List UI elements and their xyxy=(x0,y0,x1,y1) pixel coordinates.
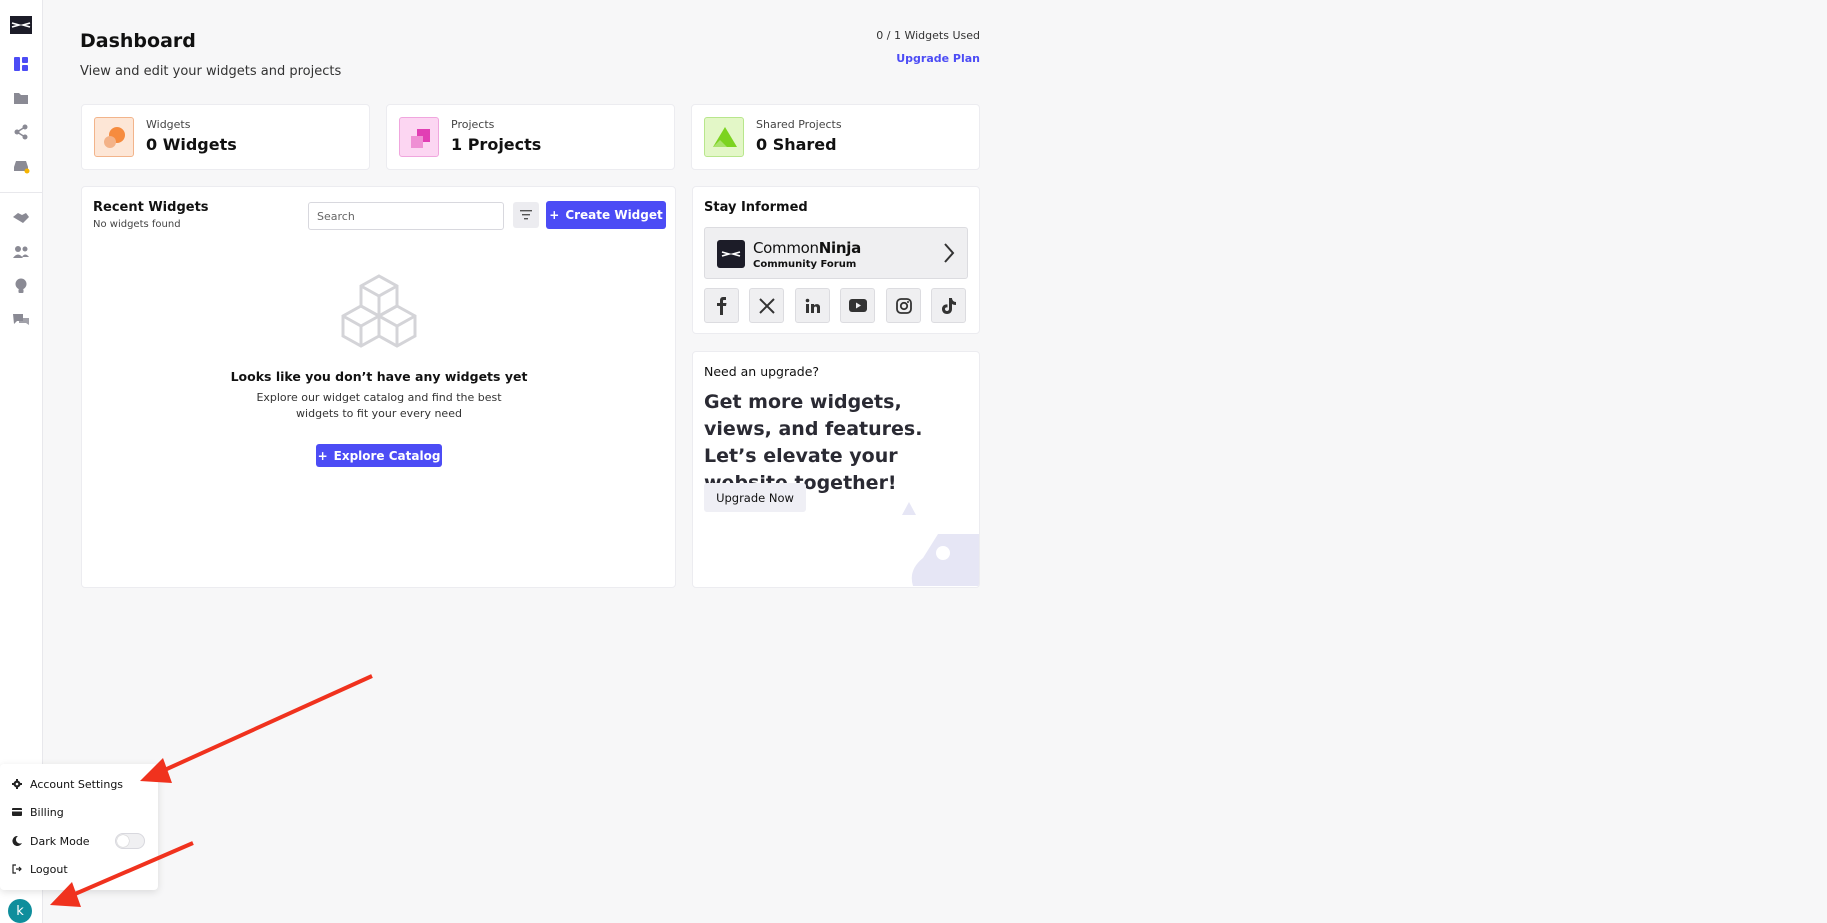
page-title: Dashboard xyxy=(80,30,196,52)
projects-icon xyxy=(399,117,439,157)
logout-label: Logout xyxy=(30,862,68,876)
stat-card-widgets[interactable]: Widgets 0 Widgets xyxy=(81,104,370,170)
decorative-shapes xyxy=(893,500,979,586)
dark-mode-label: Dark Mode xyxy=(30,834,90,848)
forum-brand: CommonNinja xyxy=(753,239,861,257)
credit-card-icon xyxy=(12,808,22,816)
upgrade-headline: Get more widgets, views, and features. L… xyxy=(704,391,923,494)
stay-informed-panel: Stay Informed CommonNinja Community Foru… xyxy=(692,186,980,334)
chevron-right-icon xyxy=(942,242,956,268)
dark-mode-item: Dark Mode xyxy=(12,831,90,851)
dark-mode-toggle[interactable] xyxy=(115,833,145,849)
upgrade-plan-link[interactable]: Upgrade Plan xyxy=(830,52,980,65)
dashboard-icon[interactable] xyxy=(11,54,31,74)
create-widget-button[interactable]: + Create Widget xyxy=(546,201,666,229)
stat-label: Projects xyxy=(451,118,495,131)
tiktok-icon[interactable] xyxy=(931,288,966,323)
community-forum-card[interactable]: CommonNinja Community Forum xyxy=(704,227,968,279)
plus-icon: + xyxy=(549,208,560,222)
logout-icon xyxy=(12,864,22,874)
search-input[interactable] xyxy=(308,202,504,230)
account-menu: Account Settings Billing Dark Mode Logou… xyxy=(0,764,158,890)
sidebar-divider xyxy=(0,192,43,193)
logout-item[interactable]: Logout xyxy=(12,859,68,879)
billing-item[interactable]: Billing xyxy=(12,802,64,822)
facebook-icon[interactable] xyxy=(704,288,739,323)
toggle-knob xyxy=(117,835,129,847)
lightbulb-icon[interactable] xyxy=(11,276,31,296)
empty-state-text: Explore our widget catalog and find the … xyxy=(256,391,502,420)
stat-value: 1 Projects xyxy=(451,135,542,154)
x-icon[interactable] xyxy=(749,288,784,323)
arrow-line xyxy=(157,674,373,775)
stat-card-shared[interactable]: Shared Projects 0 Shared xyxy=(691,104,980,170)
commonninja-logo[interactable] xyxy=(8,14,34,36)
inbox-icon[interactable] xyxy=(11,156,31,176)
widgets-icon xyxy=(94,117,134,157)
boxes-icon xyxy=(341,272,417,348)
folder-icon[interactable] xyxy=(11,88,31,108)
instagram-icon[interactable] xyxy=(886,288,921,323)
moon-icon xyxy=(12,836,22,846)
stay-informed-title: Stay Informed xyxy=(704,200,808,215)
filter-icon xyxy=(520,210,532,220)
page-subtitle: View and edit your widgets and projects xyxy=(80,64,342,79)
chat-icon[interactable] xyxy=(11,310,31,330)
forum-subtitle: Community Forum xyxy=(753,259,857,270)
upgrade-panel: Need an upgrade? Get more widgets, views… xyxy=(692,351,980,588)
billing-label: Billing xyxy=(30,805,64,819)
youtube-icon[interactable] xyxy=(840,288,875,323)
stat-value: 0 Shared xyxy=(756,135,837,154)
stat-label: Shared Projects xyxy=(756,118,842,131)
create-widget-label: Create Widget xyxy=(565,208,663,222)
commonninja-logo xyxy=(717,240,745,268)
stat-value: 0 Widgets xyxy=(146,135,237,154)
explore-catalog-button[interactable]: + Explore Catalog xyxy=(316,444,442,467)
recent-widgets-panel: Recent Widgets No widgets found + Create… xyxy=(81,186,676,588)
filter-button[interactable] xyxy=(513,202,539,228)
explore-catalog-label: Explore Catalog xyxy=(333,448,441,463)
stat-label: Widgets xyxy=(146,118,191,131)
share-icon[interactable] xyxy=(11,122,31,142)
account-settings-label: Account Settings xyxy=(30,777,124,791)
upgrade-now-button[interactable]: Upgrade Now xyxy=(704,483,806,512)
stat-card-projects[interactable]: Projects 1 Projects xyxy=(386,104,675,170)
upgrade-label: Need an upgrade? xyxy=(704,364,820,379)
plus-icon: + xyxy=(317,448,328,463)
gear-icon xyxy=(12,779,22,789)
account-settings-item[interactable]: Account Settings xyxy=(12,774,123,794)
users-icon[interactable] xyxy=(11,242,31,262)
avatar[interactable]: k xyxy=(8,899,32,923)
handshake-icon[interactable] xyxy=(11,208,31,228)
empty-state-title: Looks like you don’t have any widgets ye… xyxy=(230,369,528,384)
linkedin-icon[interactable] xyxy=(795,288,830,323)
recent-widgets-subtitle: No widgets found xyxy=(93,219,181,230)
recent-widgets-title: Recent Widgets xyxy=(93,200,209,215)
shared-projects-icon xyxy=(704,117,744,157)
widgets-usage: 0 / 1 Widgets Used xyxy=(876,29,980,42)
